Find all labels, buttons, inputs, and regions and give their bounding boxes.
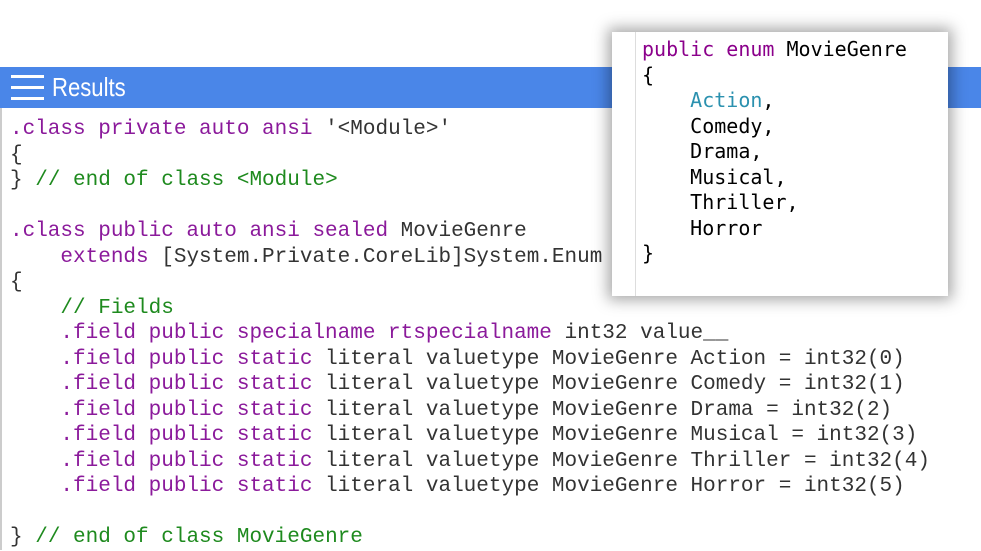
code-text: MovieGenre bbox=[400, 220, 527, 243]
code-text: Musical, bbox=[642, 164, 787, 189]
code-text: , bbox=[762, 88, 775, 112]
code-text: literal valuetype MovieGenre Musical = i… bbox=[325, 424, 918, 447]
code-text: Comedy, bbox=[642, 113, 775, 138]
code-text: Thriller, bbox=[642, 190, 799, 214]
code-text: literal valuetype MovieGenre Comedy = in… bbox=[325, 373, 905, 396]
code-text: '<Module>' bbox=[325, 118, 452, 141]
code-line: .field public static literal valuetype M… bbox=[10, 474, 930, 500]
code-keyword: .class private auto ansi bbox=[10, 118, 326, 141]
editor-gutter bbox=[635, 32, 636, 296]
code-text: literal valuetype MovieGenre Action = in… bbox=[325, 347, 905, 371]
code-line: .field public static literal valuetype M… bbox=[10, 398, 930, 424]
code-text: literal valuetype MovieGenre Horror = in… bbox=[325, 475, 905, 498]
code-text: Action bbox=[690, 88, 763, 112]
code-comment: // end of class MovieGenre bbox=[35, 526, 363, 549]
code-line: } bbox=[642, 240, 907, 266]
code-keyword: .field public static bbox=[10, 373, 326, 396]
code-text: literal valuetype MovieGenre Thriller = … bbox=[325, 449, 930, 473]
code-line: .field public static literal valuetype M… bbox=[10, 372, 930, 398]
code-line: .field public static literal valuetype M… bbox=[10, 423, 930, 449]
csharp-code-listing: public enum MovieGenre{ Action, Comedy, … bbox=[642, 36, 907, 266]
code-text: { bbox=[10, 143, 23, 167]
code-text: MovieGenre bbox=[786, 37, 907, 61]
code-keyword: .field public specialname rtspecialname bbox=[10, 322, 565, 345]
code-line: Comedy, bbox=[642, 113, 907, 139]
code-line: Horror bbox=[642, 215, 907, 241]
code-keyword: .field public static bbox=[10, 449, 326, 473]
results-title: Results bbox=[52, 72, 126, 102]
code-keyword: public enum bbox=[642, 37, 787, 61]
code-keyword: .field public static bbox=[10, 398, 326, 422]
code-line: Thriller, bbox=[642, 189, 907, 215]
code-text: } bbox=[642, 241, 655, 265]
code-comment: // end of class <Module> bbox=[35, 169, 338, 192]
code-text: } bbox=[10, 526, 36, 549]
code-text: int32 value__ bbox=[564, 322, 729, 345]
code-line: { bbox=[642, 62, 907, 88]
code-keyword: .field public static bbox=[10, 347, 326, 371]
code-line: } // end of class MovieGenre bbox=[10, 525, 930, 551]
code-line: .field public static literal valuetype M… bbox=[10, 347, 930, 373]
csharp-source-popup: public enum MovieGenre{ Action, Comedy, … bbox=[612, 32, 948, 296]
code-comment: // Fields bbox=[10, 296, 174, 320]
code-keyword: .field public static bbox=[10, 475, 326, 498]
code-line: // Fields bbox=[10, 296, 930, 322]
code-text: Horror bbox=[642, 215, 763, 240]
code-line: Drama, bbox=[642, 138, 907, 164]
code-line: Action, bbox=[642, 87, 907, 113]
code-line: public enum MovieGenre bbox=[642, 36, 907, 62]
hamburger-menu-icon[interactable] bbox=[11, 75, 44, 100]
code-text: { bbox=[642, 62, 655, 87]
code-text: } bbox=[10, 169, 36, 192]
code-text: [System.Private.CoreLib]System.Enum bbox=[161, 245, 603, 269]
code-keyword: .field public static bbox=[10, 424, 326, 447]
code-line: .field public specialname rtspecialname … bbox=[10, 321, 930, 347]
code-text: Drama, bbox=[642, 139, 763, 163]
code-text: { bbox=[10, 271, 23, 294]
code-text: literal valuetype MovieGenre Drama = int… bbox=[325, 398, 893, 422]
code-keyword: .class public auto ansi sealed bbox=[10, 220, 401, 243]
code-line: .field public static literal valuetype M… bbox=[10, 449, 930, 475]
code-line: Musical, bbox=[642, 164, 907, 190]
code-keyword: extends bbox=[10, 245, 162, 269]
